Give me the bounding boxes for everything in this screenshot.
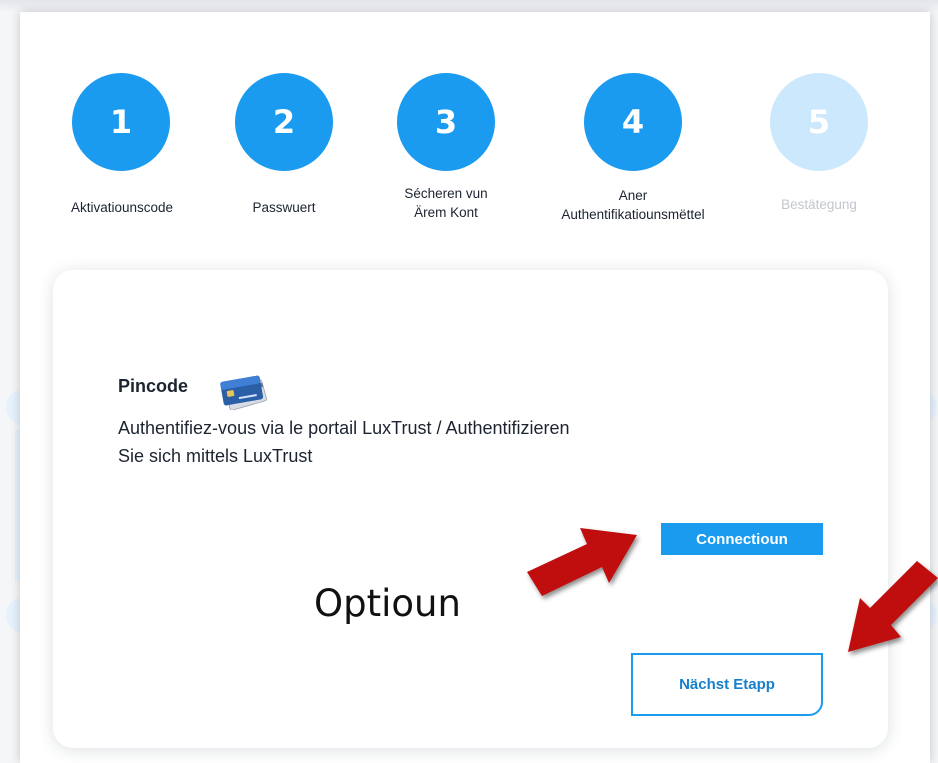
step-4-circle: 4	[584, 73, 682, 171]
credit-card-icon	[220, 375, 268, 410]
step-5-circle: 5	[770, 73, 868, 171]
screenshot-stage: 1 Aktivatiounscode 2 Passwuert 3 Séchere…	[0, 0, 938, 763]
card-title: Pincode	[118, 376, 189, 396]
step-3-circle: 3	[397, 73, 495, 171]
step-4-label-line-2: Authentifikatiounsmëttel	[561, 207, 705, 222]
step-4-label: Aner Authentifikatiounsmëttel	[533, 186, 733, 224]
next-step-button[interactable]: Nächst Etapp	[631, 653, 823, 716]
step-2-label-line: Passwuert	[252, 200, 316, 215]
step-1-label-line: Aktivatiounscode	[70, 200, 174, 215]
step-5-number: 5	[807, 103, 831, 141]
connect-button[interactable]: Connectioun	[661, 523, 823, 555]
card-description-line-2: Sie sich mittels LuxTrust	[118, 446, 313, 466]
step-3-label-line-2: Ärem Kont	[414, 205, 478, 220]
step-2-number: 2	[272, 103, 296, 141]
step-1-circle: 1	[72, 73, 170, 171]
option-annotation-label: Optioun	[314, 582, 461, 625]
step-2-circle: 2	[235, 73, 333, 171]
step-5-label-line: Bestätegung	[781, 197, 857, 212]
step-1-number: 1	[109, 103, 133, 141]
step-4-number: 4	[621, 103, 645, 141]
step-5-label: Bestätegung	[719, 195, 919, 214]
card-description-line-1: Authentifiez-vous via le portail LuxTrus…	[118, 418, 570, 438]
step-4-label-line-1: Aner	[618, 188, 648, 203]
top-strip	[0, 0, 938, 12]
step-3-label: Sécheren vun Ärem Kont	[346, 184, 546, 222]
step-3-label-line-1: Sécheren vun	[404, 186, 488, 201]
step-3-number: 3	[434, 103, 458, 141]
card-description: Authentifiez-vous via le portail LuxTrus…	[118, 414, 818, 470]
